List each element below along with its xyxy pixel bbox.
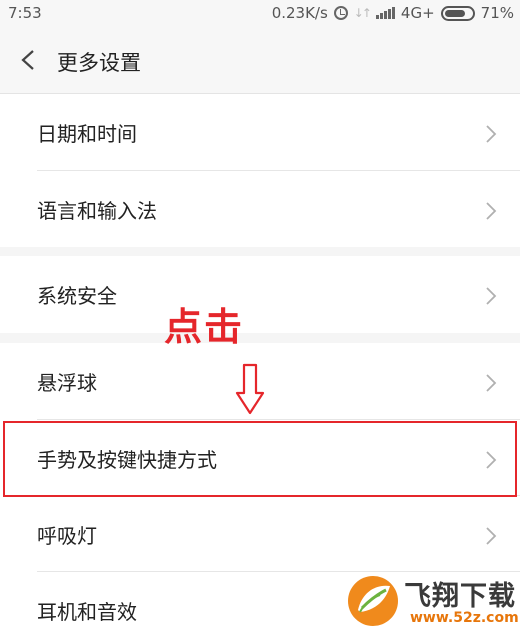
chevron-right-icon xyxy=(486,287,497,305)
list-item-breathing-light[interactable]: 呼吸灯 xyxy=(0,496,520,572)
status-time: 7:53 xyxy=(8,4,42,22)
chevron-right-icon xyxy=(486,527,497,545)
list-item-system-security[interactable]: 系统安全 xyxy=(0,256,520,333)
battery-icon xyxy=(440,5,475,21)
list-item-label: 耳机和音效 xyxy=(37,600,137,624)
battery-percent: 71% xyxy=(480,4,514,22)
list-item-label: 悬浮球 xyxy=(37,371,97,395)
down-arrow-icon xyxy=(235,363,265,415)
chevron-right-icon xyxy=(486,374,497,392)
network-type: 4G+ xyxy=(400,4,435,22)
watermark-name: 飞翔下载 xyxy=(404,581,516,612)
list-item-label: 呼吸灯 xyxy=(37,524,97,548)
status-indicators: 0.23K/s ↓↑ 4G+ 71% xyxy=(272,4,514,22)
chevron-right-icon xyxy=(486,125,497,143)
watermark: 飞翔下载 www.52z.com xyxy=(338,568,520,634)
data-icon: ↓↑ xyxy=(353,6,372,20)
net-speed: 0.23K/s xyxy=(271,4,328,22)
settings-group-1: 日期和时间 语言和输入法 xyxy=(0,94,520,247)
list-item-label: 系统安全 xyxy=(37,284,117,308)
leaf-logo-icon xyxy=(348,576,398,626)
signal-icon xyxy=(375,7,395,19)
settings-group-2: 系统安全 xyxy=(0,256,520,333)
alarm-icon xyxy=(333,6,348,20)
chevron-right-icon xyxy=(486,202,497,220)
header-bar: 更多设置 xyxy=(0,28,520,94)
annotation-text: 点击 xyxy=(164,304,245,349)
list-item-label: 日期和时间 xyxy=(37,122,137,146)
list-item-date-time[interactable]: 日期和时间 xyxy=(0,94,520,171)
watermark-url: www.52z.com xyxy=(410,610,519,626)
list-item-label: 语言和输入法 xyxy=(37,199,157,223)
chevron-left-icon[interactable] xyxy=(18,49,40,71)
page-title: 更多设置 xyxy=(57,51,141,75)
status-bar: 7:53 0.23K/s ↓↑ 4G+ 71% xyxy=(0,0,520,28)
list-item-language-input[interactable]: 语言和输入法 xyxy=(0,171,520,248)
highlight-box xyxy=(3,421,517,497)
